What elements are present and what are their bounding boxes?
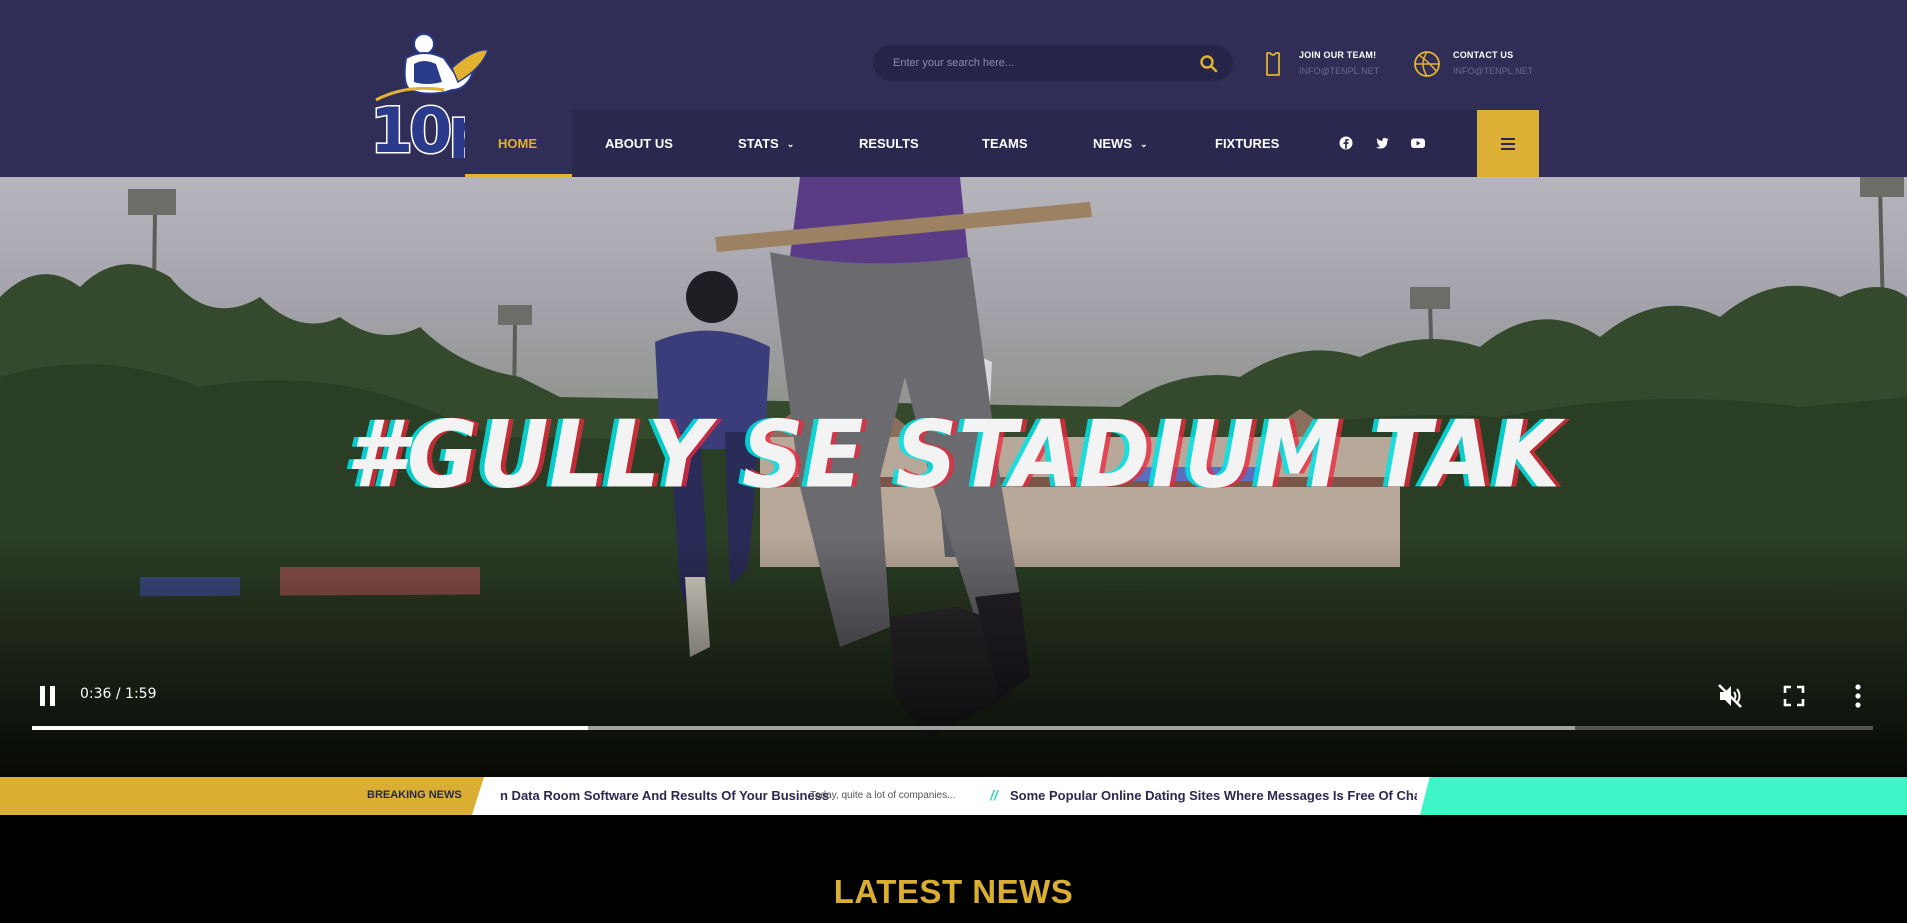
chevron-down-icon: ⌄ <box>1140 139 1148 149</box>
video-headline: #GULLY SE STADIUM TAK <box>346 401 1561 509</box>
join-team-email[interactable]: INFO@TENPL.NET <box>1299 66 1379 76</box>
hero-video[interactable]: #GULLY SE STADIUM TAK 0:36 / 1:59 <box>0 177 1907 777</box>
basketball-icon <box>1413 50 1441 78</box>
search-icon[interactable] <box>1199 54 1219 74</box>
join-team-title: JOIN OUR TEAM! <box>1299 50 1377 60</box>
contact-info[interactable]: CONTACT US INFO@TENPL.NET <box>1413 48 1553 84</box>
video-played-bar <box>32 726 588 730</box>
breaking-news-label: BREAKING NEWS <box>367 789 462 801</box>
search-input[interactable] <box>893 45 1183 81</box>
chevron-down-icon: ⌄ <box>786 139 795 149</box>
youtube-icon[interactable] <box>1410 135 1426 151</box>
contact-email[interactable]: INFO@TENPL.NET <box>1453 66 1533 76</box>
search-box <box>873 45 1233 81</box>
nav-news[interactable]: NEWS ⌄ <box>1093 110 1148 177</box>
join-team-info[interactable]: JOIN OUR TEAM! INFO@TENPL.NET <box>1259 48 1399 84</box>
ticker-excerpt: Today, quite a lot of companies... <box>810 790 956 801</box>
jersey-icon <box>1259 50 1287 78</box>
facebook-icon[interactable] <box>1338 135 1354 151</box>
ticker-separator: // <box>990 787 998 803</box>
latest-news-heading: LATEST NEWS <box>833 873 1074 910</box>
ticker-accent-block <box>1420 777 1907 815</box>
ticker-track: n Data Room Software And Results Of Your… <box>490 777 1420 815</box>
pause-icon[interactable] <box>38 685 58 707</box>
video-progress-bar[interactable] <box>32 726 1873 730</box>
muted-icon[interactable] <box>1716 682 1744 710</box>
nav-fixtures[interactable]: FIXTURES <box>1215 110 1279 177</box>
contact-title: CONTACT US <box>1453 50 1514 60</box>
nav-about-us[interactable]: ABOUT US <box>605 110 673 177</box>
hamburger-menu-button[interactable] <box>1477 110 1539 177</box>
more-options-icon[interactable] <box>1844 682 1872 710</box>
nav-stats[interactable]: STATS ⌄ <box>738 110 794 177</box>
ticker-headline[interactable]: n Data Room Software And Results Of Your… <box>500 788 829 803</box>
nav-home[interactable]: HOME <box>498 110 537 177</box>
ticker-headline[interactable]: Some Popular Online Dating Sites Where M… <box>1010 788 1420 803</box>
nav-results[interactable]: RESULTS <box>859 110 919 177</box>
fullscreen-icon[interactable] <box>1780 682 1808 710</box>
twitter-icon[interactable] <box>1374 135 1390 151</box>
nav-teams[interactable]: TEAMS <box>982 110 1028 177</box>
breaking-news-ticker: BREAKING NEWS n Data Room Software And R… <box>0 777 1907 815</box>
video-time: 0:36 / 1:59 <box>80 686 157 702</box>
